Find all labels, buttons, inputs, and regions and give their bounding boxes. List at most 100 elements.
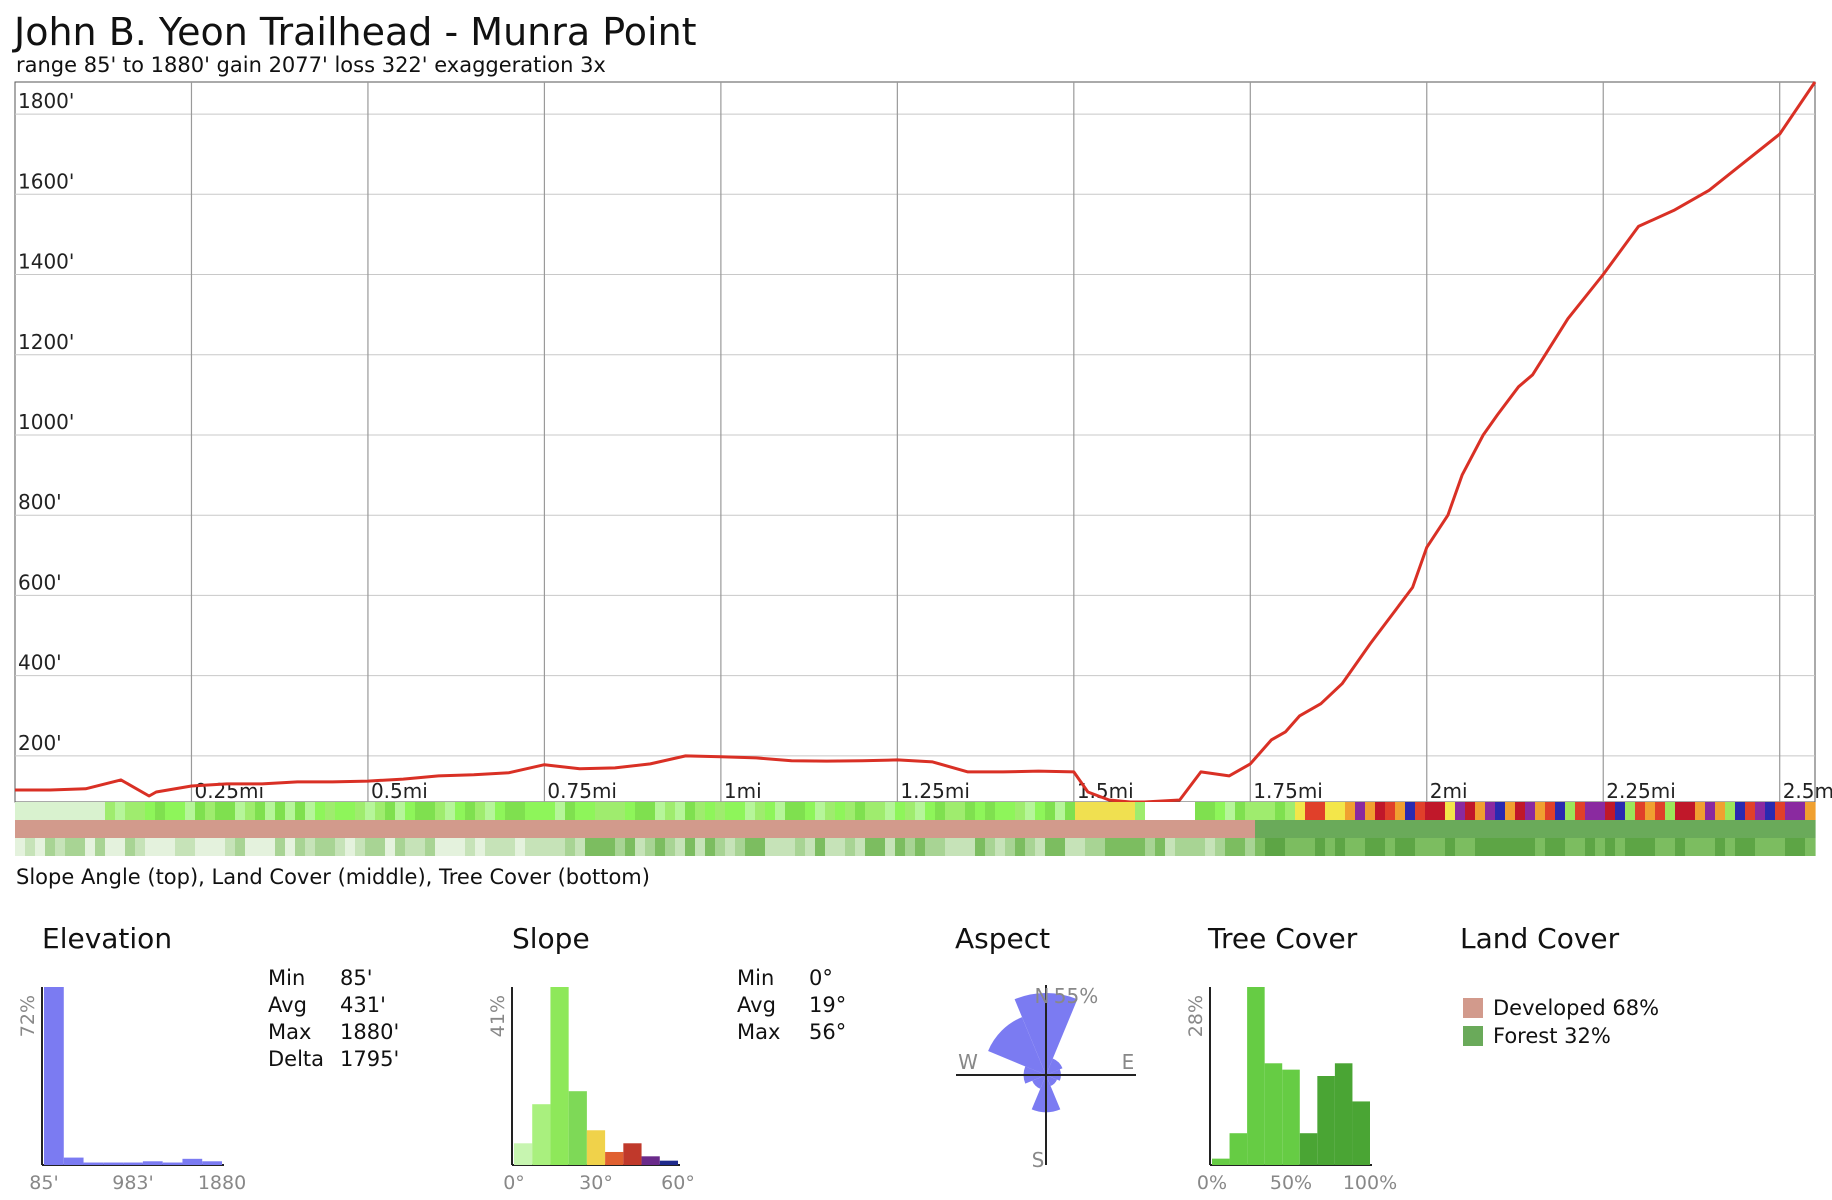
land-cover-segment (1225, 820, 1236, 838)
tree-cover-segment (225, 838, 236, 856)
land-cover-segment (1375, 820, 1386, 838)
land-cover-segment (145, 820, 156, 838)
tree-cover-segment (745, 838, 756, 856)
tree-cover-segment (1705, 838, 1716, 856)
tree-cover-segment (1505, 838, 1516, 856)
land-cover-segment (365, 820, 376, 838)
slope-segment (1155, 802, 1166, 820)
slope-hist-bar (605, 1151, 624, 1165)
land-cover-segment (1665, 820, 1676, 838)
tree-cover-segment (775, 838, 786, 856)
x-tick-label: 0.5mi (371, 779, 428, 803)
slope-segment (1585, 802, 1596, 820)
slope-segment (145, 802, 156, 820)
land-cover-segment (715, 820, 726, 838)
elevation-hist-x-tick-label: 983' (112, 1172, 154, 1194)
land-cover-segment (1415, 820, 1426, 838)
land-cover-segment (1505, 820, 1516, 838)
slope-segment (55, 802, 66, 820)
land-cover-segment (1635, 820, 1646, 838)
tree-cover-segment (1335, 838, 1346, 856)
land-cover-segment (315, 820, 326, 838)
slope-segment (1075, 802, 1086, 820)
tree-cover-segment (1405, 838, 1416, 856)
tree-cover-segment (1365, 838, 1376, 856)
land-cover-segment (935, 820, 946, 838)
tree-cover-segment (1485, 838, 1496, 856)
land-cover-segment (915, 820, 926, 838)
slope-segment (235, 802, 246, 820)
tree-cover-segment (1195, 838, 1206, 856)
slope-segment (1055, 802, 1066, 820)
tree-cover-segment (295, 838, 306, 856)
elevation-hist-bar (202, 1161, 222, 1165)
tree-cover-segment (1635, 838, 1646, 856)
slope-segment (215, 802, 226, 820)
slope-segment (315, 802, 326, 820)
tree-cover-segment (755, 838, 766, 856)
tree-cover-segment (565, 838, 576, 856)
land-cover-segment (1335, 820, 1346, 838)
slope-segment (1095, 802, 1106, 820)
land-cover-segment (335, 820, 346, 838)
slope-segment (1625, 802, 1636, 820)
land-cover-segment (65, 820, 76, 838)
slope-segment (1485, 802, 1496, 820)
slope-segment (1745, 802, 1756, 820)
slope-segment (165, 802, 176, 820)
slope-segment (425, 802, 436, 820)
y-tick-label: 1200' (18, 330, 74, 354)
slope-segment (1085, 802, 1096, 820)
land-cover-segment (1195, 820, 1206, 838)
slope-segment (1125, 802, 1136, 820)
land-cover-segment (655, 820, 666, 838)
tree-cover-segment (1685, 838, 1696, 856)
land-cover-segment (1735, 820, 1746, 838)
slope-segment (935, 802, 946, 820)
land-cover-segment (465, 820, 476, 838)
land-cover-segment (1555, 820, 1566, 838)
land-cover-segment (1385, 820, 1396, 838)
tree-cover-segment (1775, 838, 1786, 856)
tree-hist-bar (1212, 1158, 1230, 1165)
slope-hist-x-tick-label: 60° (661, 1172, 695, 1194)
land-cover-segment (955, 820, 966, 838)
elevation-hist-x-tick-label: 85' (29, 1172, 58, 1194)
slope-segment (105, 802, 116, 820)
land-cover-segment (705, 820, 716, 838)
slope-segment (15, 802, 26, 820)
tree-cover-segment (585, 838, 596, 856)
land-cover-segment (895, 820, 906, 838)
slope-segment (1515, 802, 1526, 820)
slope-segment (1565, 802, 1576, 820)
land-cover-segment (1715, 820, 1726, 838)
land-cover-segment (1025, 820, 1036, 838)
tree-cover-segment (415, 838, 426, 856)
tree-cover-segment (865, 838, 876, 856)
tree-cover-segment (685, 838, 696, 856)
slope-segment (275, 802, 286, 820)
tree-cover-segment (535, 838, 546, 856)
land-cover-segment (45, 820, 56, 838)
slope-segment (785, 802, 796, 820)
land-cover-segment (445, 820, 456, 838)
tree-cover-segment (1575, 838, 1586, 856)
land-cover-segment (55, 820, 66, 838)
tree-cover-segment (75, 838, 86, 856)
land-cover-segment (1475, 820, 1486, 838)
land-cover-segment (1065, 820, 1076, 838)
land-cover-segment (875, 820, 886, 838)
land-cover-segment (1605, 820, 1616, 838)
slope-segment (1765, 802, 1776, 820)
land-cover-segment (405, 820, 416, 838)
tree-cover-segment (725, 838, 736, 856)
elevation-hist-bar (63, 1157, 84, 1165)
slope-segment (115, 802, 126, 820)
land-cover-segment (1485, 820, 1496, 838)
tree-cover-segment (815, 838, 826, 856)
tree-cover-segment (975, 838, 986, 856)
land-cover-segment (1215, 820, 1226, 838)
land-cover-segment (735, 820, 746, 838)
slope-hist-bar (568, 1091, 587, 1165)
tree-cover-segment (1205, 838, 1216, 856)
